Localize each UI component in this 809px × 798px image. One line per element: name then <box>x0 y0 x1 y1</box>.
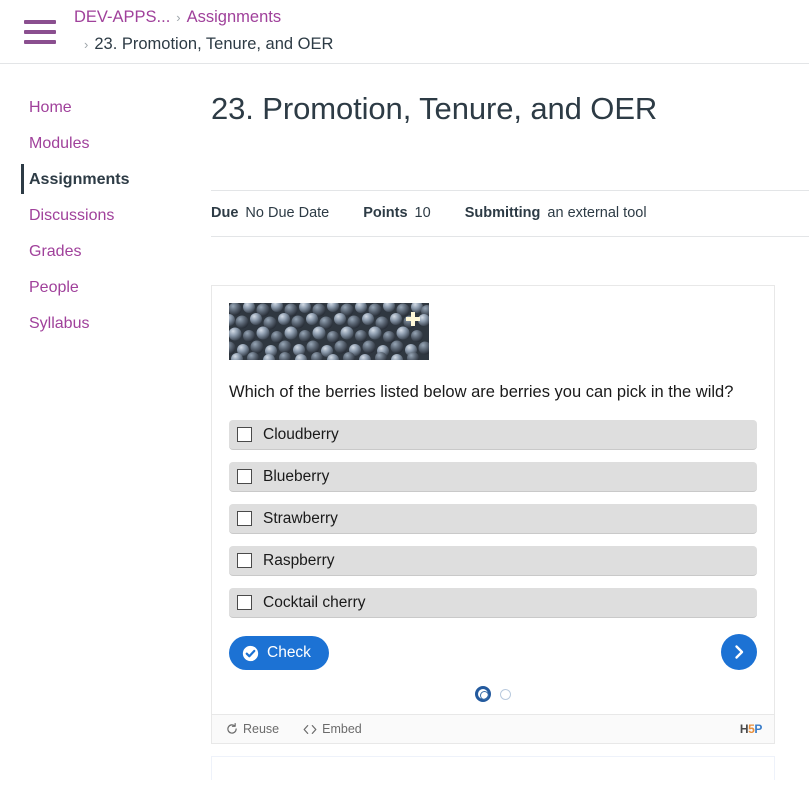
answer-option-label: Cloudberry <box>263 425 339 443</box>
quiz-actions: Check <box>229 630 757 686</box>
sidebar-item-grades[interactable]: Grades <box>0 234 190 270</box>
chevron-right-icon <box>735 645 744 659</box>
embed-label: Embed <box>322 722 362 736</box>
checkbox-icon[interactable] <box>237 511 252 526</box>
hamburger-bar-1 <box>24 20 56 24</box>
pagination-dot-2[interactable] <box>500 688 511 700</box>
question-text: Which of the berries listed below are be… <box>229 383 734 401</box>
refresh-icon <box>227 723 237 734</box>
quiz-pagination <box>229 686 757 714</box>
answer-option-blueberry[interactable]: Blueberry <box>229 462 757 492</box>
checkbox-icon[interactable] <box>237 469 252 484</box>
top-navigation-bar: DEV-APPS... › Assignments › 23. Promotion, … <box>0 0 809 64</box>
sidebar-item-assignments[interactable]: Assignments <box>0 162 190 198</box>
sidebar-item-home[interactable]: Home <box>0 90 190 126</box>
answer-options-list: Cloudberry Blueberry Strawberry Raspberr… <box>229 420 757 618</box>
check-button[interactable]: Check <box>229 636 329 670</box>
breadcrumb-current-page: 23. Promotion, Tenure, and OER <box>94 35 334 53</box>
page-title: 23. Promotion, Tenure, and OER <box>211 91 658 126</box>
hamburger-bar-3 <box>24 40 56 44</box>
meta-submitting-value: an external tool <box>547 205 647 221</box>
next-content-card-partial <box>211 756 775 780</box>
answer-option-label: Raspberry <box>263 551 335 569</box>
answer-option-raspberry[interactable]: Raspberry <box>229 546 757 576</box>
pagination-dot-1[interactable] <box>475 686 491 702</box>
checkbox-icon[interactable] <box>237 553 252 568</box>
embed-button[interactable]: Embed <box>303 722 362 736</box>
h5p-logo-p: P <box>754 722 762 736</box>
checkbox-icon[interactable] <box>237 427 252 442</box>
answer-option-cocktail-cherry[interactable]: Cocktail cherry <box>229 588 757 618</box>
breadcrumb-separator-icon: › <box>176 10 181 25</box>
meta-points: Points 10 <box>363 205 430 221</box>
answer-option-label: Cocktail cherry <box>263 593 366 611</box>
hamburger-bar-2 <box>24 30 56 34</box>
check-button-label: Check <box>267 644 311 661</box>
breadcrumb-assignments-link[interactable]: Assignments <box>187 8 281 26</box>
breadcrumb: DEV-APPS... › Assignments › 23. Promotion, … <box>74 4 774 58</box>
meta-points-value: 10 <box>414 205 431 221</box>
h5p-logo-h: H <box>739 722 749 736</box>
answer-option-label: Blueberry <box>263 467 330 485</box>
assignment-main-content: 23. Promotion, Tenure, and OER Due No Du… <box>211 64 809 780</box>
h5p-content-area: Which of the berries listed below are be… <box>212 286 774 714</box>
sidebar-item-modules[interactable]: Modules <box>0 126 190 162</box>
meta-submitting: Submitting an external tool <box>465 205 647 221</box>
reuse-button[interactable]: Reuse <box>226 722 279 736</box>
next-question-button[interactable] <box>721 634 757 670</box>
sidebar-item-syllabus[interactable]: Syllabus <box>0 306 190 342</box>
hamburger-menu-icon[interactable] <box>24 20 56 44</box>
answer-option-label: Strawberry <box>263 509 338 527</box>
h5p-footer-bar: Reuse Embed H5P <box>212 714 774 743</box>
checkbox-icon[interactable] <box>237 595 252 610</box>
meta-submitting-label: Submitting <box>464 205 541 221</box>
h5p-quiz-card: Which of the berries listed below are be… <box>211 285 775 744</box>
answer-option-cloudberry[interactable]: Cloudberry <box>229 420 757 450</box>
meta-due-value: No Due Date <box>245 205 330 221</box>
answer-option-strawberry[interactable]: Strawberry <box>229 504 757 534</box>
expand-plus-icon[interactable] <box>406 312 420 326</box>
meta-due: Due No Due Date <box>211 205 329 221</box>
page-body: Home Modules Assignments Discussions Gra… <box>0 64 809 798</box>
code-brackets-icon <box>303 724 317 734</box>
h5p-logo: H5P <box>739 722 763 736</box>
breadcrumb-course-link[interactable]: DEV-APPS... <box>74 8 170 26</box>
meta-points-label: Points <box>363 205 408 221</box>
question-image[interactable] <box>229 303 429 360</box>
assignment-meta-bar: Due No Due Date Points 10 Submitting an … <box>211 190 809 237</box>
check-circle-icon <box>242 645 259 661</box>
sidebar-item-people[interactable]: People <box>0 270 190 306</box>
sidebar-item-discussions[interactable]: Discussions <box>0 198 190 234</box>
meta-due-label: Due <box>211 205 239 221</box>
breadcrumb-separator-icon-2: › <box>84 37 89 52</box>
course-navigation-sidebar: Home Modules Assignments Discussions Gra… <box>0 90 190 342</box>
reuse-label: Reuse <box>243 722 280 736</box>
